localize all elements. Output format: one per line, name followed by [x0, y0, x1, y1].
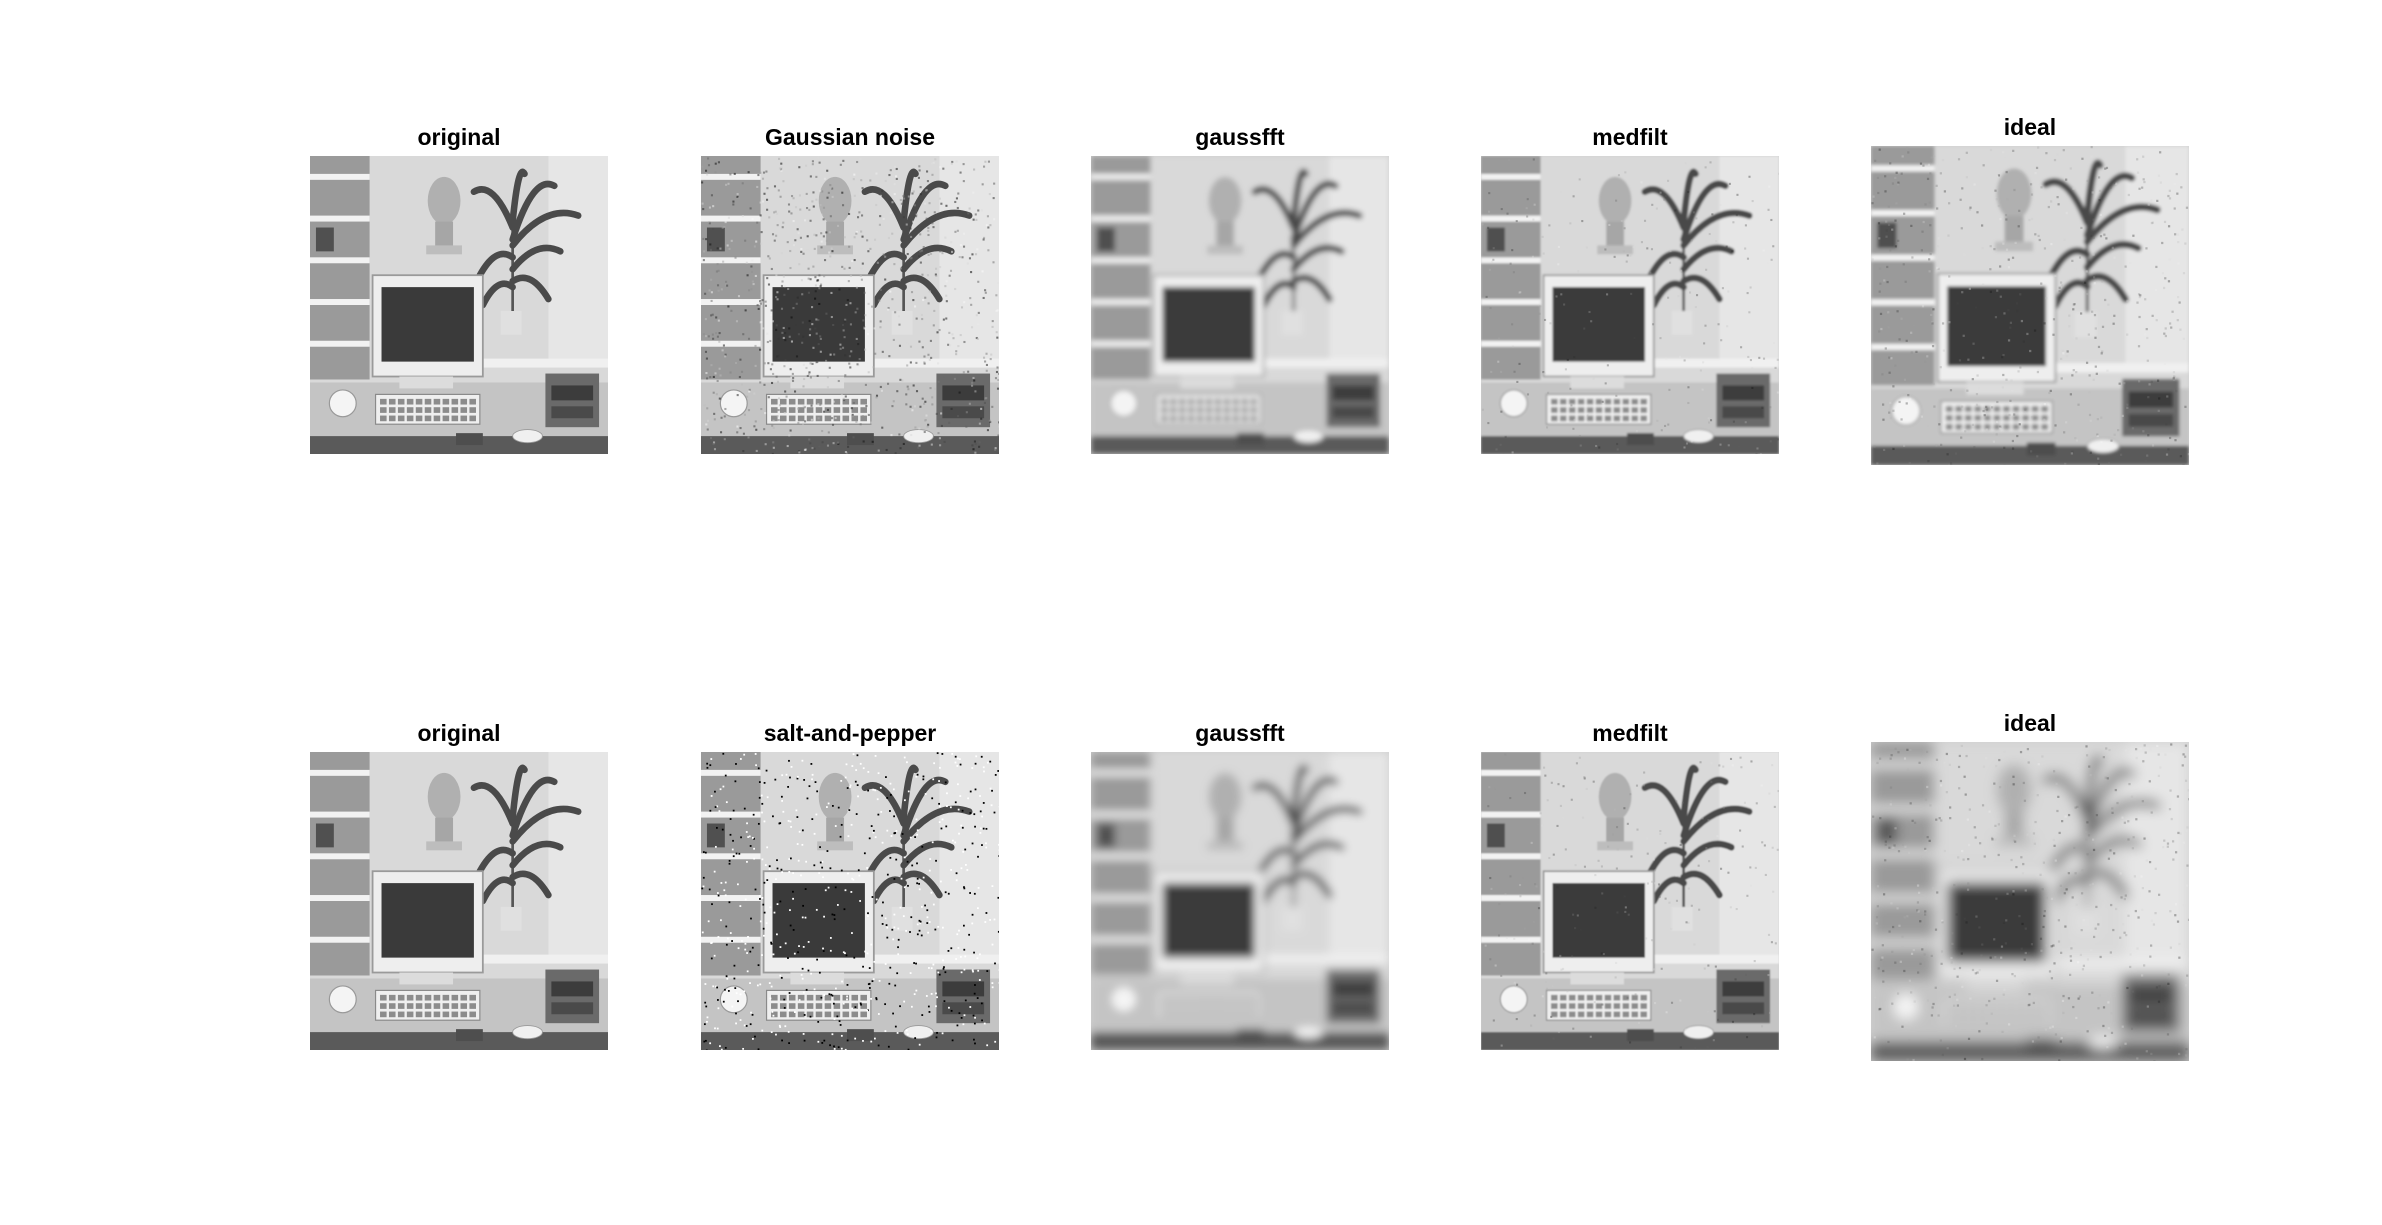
office-image	[1481, 156, 1779, 454]
panel-r1-c4: medfilt	[1481, 124, 1779, 454]
panel-r2-c4: medfilt	[1481, 720, 1779, 1050]
panel-title: ideal	[2003, 114, 2057, 140]
panel-title: original	[417, 124, 501, 150]
office-image	[310, 752, 608, 1050]
panel-title: ideal	[2003, 710, 2057, 736]
panel-r2-c2: salt-and-pepper	[701, 720, 999, 1050]
office-image	[701, 752, 999, 1050]
panel-r1-c2: Gaussian noise	[701, 124, 999, 454]
office-image	[1871, 742, 2189, 1061]
office-image	[1481, 752, 1779, 1050]
panel-title: Gaussian noise	[764, 124, 935, 150]
panel-r2-c1: original	[310, 720, 608, 1050]
office-image	[1091, 752, 1389, 1050]
panel-r1-c3: gaussfft	[1091, 124, 1389, 454]
panel-title: original	[417, 720, 501, 746]
panel-title: medfilt	[1592, 124, 1668, 150]
office-image	[701, 156, 999, 454]
office-image	[310, 156, 608, 454]
panel-r2-c5: ideal	[1871, 710, 2189, 1061]
panel-r1-c5: ideal	[1871, 114, 2189, 465]
panel-r1-c1: original	[310, 124, 608, 454]
panel-title: gaussfft	[1195, 124, 1285, 150]
office-image	[1871, 146, 2189, 465]
panel-title: gaussfft	[1195, 720, 1285, 746]
panel-title: medfilt	[1592, 720, 1668, 746]
panel-r2-c3: gaussfft	[1091, 720, 1389, 1050]
panel-title: salt-and-pepper	[763, 720, 937, 746]
office-image	[1091, 156, 1389, 454]
